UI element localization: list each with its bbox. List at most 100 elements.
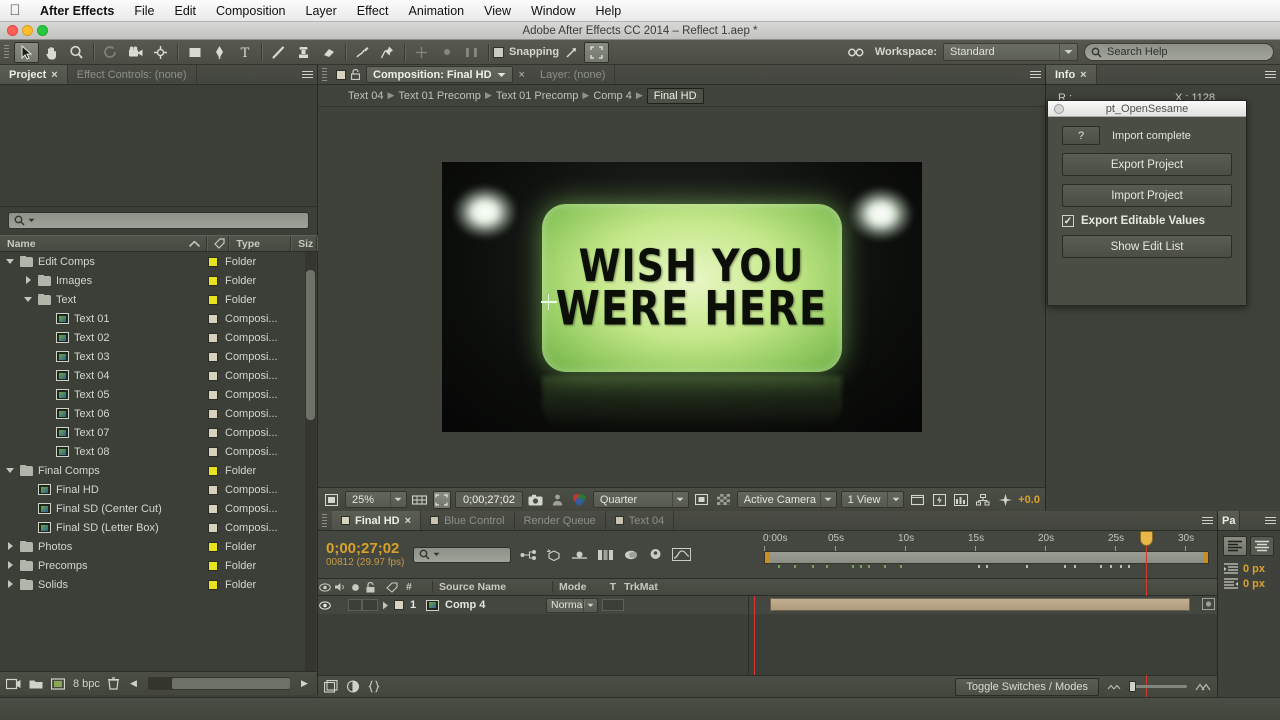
tab-final-hd[interactable]: Final HD ×: [332, 511, 422, 530]
choose-grid-guide-icon[interactable]: [411, 491, 429, 509]
expression-braces-icon[interactable]: [368, 680, 380, 693]
column-mode[interactable]: Mode: [552, 581, 602, 593]
distribute-icon[interactable]: [459, 42, 484, 63]
twirl-down-icon[interactable]: [24, 295, 33, 304]
indent-right-value[interactable]: 0 px: [1243, 578, 1265, 590]
menu-item-composition[interactable]: Composition: [206, 0, 295, 22]
import-project-button[interactable]: Import Project: [1062, 184, 1232, 207]
timeline-ruler[interactable]: 0:00s 05s 10s 15s 20s 25s 30s: [761, 531, 1217, 706]
breadcrumb-item-1[interactable]: Text 01 Precomp: [398, 90, 481, 102]
label-color-swatch[interactable]: [208, 484, 218, 495]
menu-item-animation[interactable]: Animation: [399, 0, 475, 22]
show-channel-icon[interactable]: [571, 491, 589, 509]
camera-tool[interactable]: [123, 42, 148, 63]
indent-left-row[interactable]: 0 px: [1218, 560, 1280, 575]
layer-lock-box[interactable]: [362, 599, 378, 611]
transform-box-icon[interactable]: [584, 41, 610, 63]
toggle-switches-modes-button[interactable]: Toggle Switches / Modes: [955, 677, 1099, 696]
export-editable-values-checkbox[interactable]: ✓ Export Editable Values: [1062, 215, 1232, 227]
scrollbar-thumb[interactable]: [306, 270, 315, 420]
label-color-swatch[interactable]: [208, 522, 218, 533]
zoom-in-timeline-icon[interactable]: [1195, 682, 1211, 691]
timeline-search-input[interactable]: [413, 546, 512, 563]
tab-composition-final-hd[interactable]: Composition: Final HD: [366, 66, 513, 83]
new-comp-icon[interactable]: [6, 678, 21, 690]
help-button[interactable]: ?: [1062, 126, 1100, 145]
label-color-icon[interactable]: [378, 581, 406, 593]
work-area-start-handle[interactable]: [765, 552, 770, 563]
label-color-swatch[interactable]: [208, 579, 218, 590]
current-time-display[interactable]: 0;00;27;02: [454, 491, 523, 508]
info-panel-menu[interactable]: [1265, 65, 1280, 84]
breadcrumb-item-2[interactable]: Text 01 Precomp: [496, 90, 579, 102]
roto-brush-tool[interactable]: [350, 42, 375, 63]
comp-mini-flowchart-icon[interactable]: [520, 549, 537, 561]
label-color-swatch[interactable]: [208, 294, 218, 305]
twirl-right-icon[interactable]: [6, 542, 15, 551]
project-scrollbar-vertical[interactable]: [305, 252, 316, 671]
label-color-swatch[interactable]: [208, 465, 218, 476]
new-folder-icon[interactable]: [29, 678, 43, 689]
project-item-row[interactable]: Precomps Folder: [0, 556, 317, 575]
always-preview-icon[interactable]: [323, 491, 341, 509]
project-item-row[interactable]: Final Comps Folder: [0, 461, 317, 480]
exposure-value[interactable]: +0.0: [1018, 494, 1040, 506]
panel-menu-icon[interactable]: [1265, 70, 1276, 79]
label-color-swatch[interactable]: [208, 446, 218, 457]
label-color-swatch[interactable]: [208, 275, 218, 286]
column-source-name[interactable]: Source Name: [432, 581, 552, 593]
label-color-swatch[interactable]: [208, 427, 218, 438]
show-snapshot-icon[interactable]: [549, 491, 567, 509]
pixel-aspect-correction-icon[interactable]: [908, 491, 926, 509]
view-layout-select[interactable]: 1 View: [840, 491, 905, 508]
zoom-tool[interactable]: [64, 42, 89, 63]
region-of-interest-icon[interactable]: [432, 490, 451, 509]
breadcrumb-item-0[interactable]: Text 04: [348, 90, 383, 102]
close-icon[interactable]: ×: [405, 515, 411, 527]
lock-icon[interactable]: [362, 581, 378, 593]
menu-item-view[interactable]: View: [474, 0, 521, 22]
project-item-row[interactable]: Text 01 Composi...: [0, 309, 317, 328]
menu-item-edit[interactable]: Edit: [164, 0, 206, 22]
chevron-down-icon[interactable]: [497, 72, 506, 78]
region-interest-toggle-icon[interactable]: [693, 491, 711, 509]
column-label-swatch[interactable]: [207, 236, 230, 251]
type-tool[interactable]: T: [232, 42, 257, 63]
puppet-pin-tool[interactable]: [375, 42, 400, 63]
indent-right-row[interactable]: 0 px: [1218, 575, 1280, 590]
layer-duration-bar[interactable]: [770, 598, 1190, 611]
menu-item-after-effects[interactable]: After Effects: [30, 0, 124, 22]
hand-tool[interactable]: [39, 42, 64, 63]
tab-text-04[interactable]: Text 04: [606, 511, 675, 530]
timeline-icon[interactable]: [952, 491, 970, 509]
project-item-row[interactable]: Edit Comps Folder: [0, 252, 317, 271]
panel-menu-icon[interactable]: [1202, 516, 1213, 525]
snapping-checkbox[interactable]: [493, 46, 504, 58]
column-index[interactable]: #: [406, 581, 432, 593]
label-color-swatch[interactable]: [208, 256, 218, 267]
comp-button-icon[interactable]: [324, 680, 338, 693]
label-color-swatch[interactable]: [208, 503, 218, 514]
menu-item-window[interactable]: Window: [521, 0, 585, 22]
project-item-row[interactable]: Text 08 Composi...: [0, 442, 317, 461]
scrollbar-thumb[interactable]: [171, 678, 290, 689]
timeline-zoom-slider[interactable]: [1129, 681, 1187, 692]
project-item-row[interactable]: Photos Folder: [0, 537, 317, 556]
timeline-timecode-group[interactable]: 0;00;27;02 00812 (29.97 fps): [326, 541, 404, 568]
magnification-select[interactable]: 25%: [344, 491, 407, 508]
tab-layer-none[interactable]: Layer: (none): [531, 65, 616, 84]
clone-stamp-tool[interactable]: [291, 42, 316, 63]
zoom-slider-knob[interactable]: [1129, 681, 1136, 692]
motion-blur-icon[interactable]: [623, 549, 639, 561]
paragraph-panel-menu[interactable]: [1265, 511, 1280, 530]
scroll-right-arrow[interactable]: ▶: [298, 678, 311, 689]
panel-grip[interactable]: [320, 67, 329, 83]
comp-flowchart-icon[interactable]: [974, 491, 992, 509]
tab-info[interactable]: Info ×: [1046, 65, 1097, 84]
snap-arrow-icon[interactable]: [559, 42, 584, 63]
close-icon[interactable]: ×: [51, 69, 57, 81]
panel-menu-icon[interactable]: [1030, 70, 1041, 79]
tab-project[interactable]: Project ×: [0, 65, 68, 84]
project-tree[interactable]: Edit Comps Folder Images Folder Text Folder Te…: [0, 252, 317, 671]
layer-switch-icon[interactable]: [1202, 598, 1215, 610]
